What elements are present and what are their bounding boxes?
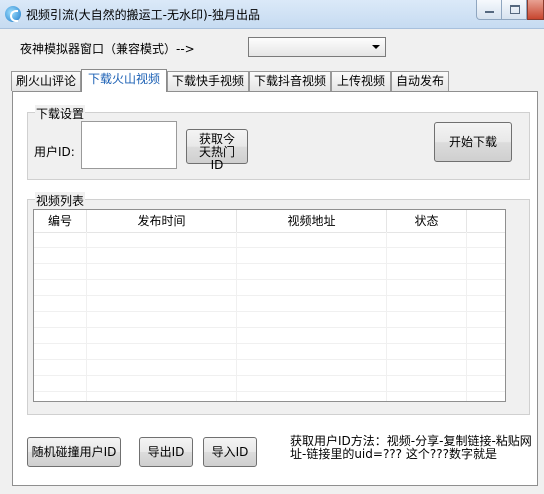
random-user-id-button[interactable]: 随机碰撞用户ID (27, 437, 121, 467)
column-header-number[interactable]: 编号 (34, 210, 87, 232)
title-bar: 视频引流(大自然的搬运工-无水印)-独月出品 (0, 0, 544, 29)
table-header: 编号 发布时间 视频地址 状态 (34, 210, 505, 233)
table-row (34, 360, 505, 376)
tab-download-kuaishou[interactable]: 下载快手视频 (167, 71, 249, 91)
import-id-button[interactable]: 导入ID (203, 437, 257, 467)
table-row (34, 232, 505, 248)
tab-download-douyin[interactable]: 下载抖音视频 (249, 71, 331, 91)
export-id-button[interactable]: 导出ID (139, 437, 193, 467)
chevron-down-icon (372, 45, 380, 49)
window-title: 视频引流(大自然的搬运工-无水印)-独月出品 (26, 8, 261, 22)
emulator-window-select[interactable] (248, 37, 386, 57)
get-hot-id-button[interactable]: 获取今天热门ID (186, 129, 248, 172)
tab-upload-video[interactable]: 上传视频 (331, 71, 391, 91)
column-header-status[interactable]: 状态 (387, 210, 467, 232)
minimize-button[interactable] (476, 0, 502, 20)
table-row (34, 344, 505, 360)
table-row (34, 248, 505, 264)
table-row (34, 328, 505, 344)
table-row (34, 264, 505, 280)
table-row (34, 376, 505, 392)
table-row (34, 280, 505, 296)
download-settings-title: 下载设置 (35, 105, 86, 122)
column-header-video-url[interactable]: 视频地址 (237, 210, 387, 232)
video-list-table[interactable]: 编号 发布时间 视频地址 状态 (33, 209, 506, 402)
app-logo-icon (5, 6, 21, 22)
table-row (34, 312, 505, 328)
tab-auto-publish[interactable]: 自动发布 (391, 71, 449, 91)
video-list-title: 视频列表 (35, 192, 86, 209)
emulator-window-label: 夜神模拟器窗口（兼容模式）--> (20, 42, 195, 56)
maximize-button[interactable] (501, 0, 527, 20)
user-id-input[interactable] (81, 121, 177, 169)
tab-download-huoshan[interactable]: 下载火山视频 (81, 69, 167, 92)
tab-shua-huoshan-pinglun[interactable]: 刷火山评论 (11, 71, 81, 91)
main-window: 视频引流(大自然的搬运工-无水印)-独月出品 夜神模拟器窗口（兼容模式）--> … (0, 0, 544, 494)
help-text-get-user-id: 获取用户ID方法：视频-分享-复制链接-粘贴网址-链接里的uid=??? 这个?… (290, 434, 532, 461)
close-button[interactable] (527, 0, 544, 20)
user-id-label: 用户ID: (34, 145, 75, 159)
table-row (34, 296, 505, 312)
column-header-publish-time[interactable]: 发布时间 (87, 210, 237, 232)
start-download-button[interactable]: 开始下载 (434, 122, 512, 162)
